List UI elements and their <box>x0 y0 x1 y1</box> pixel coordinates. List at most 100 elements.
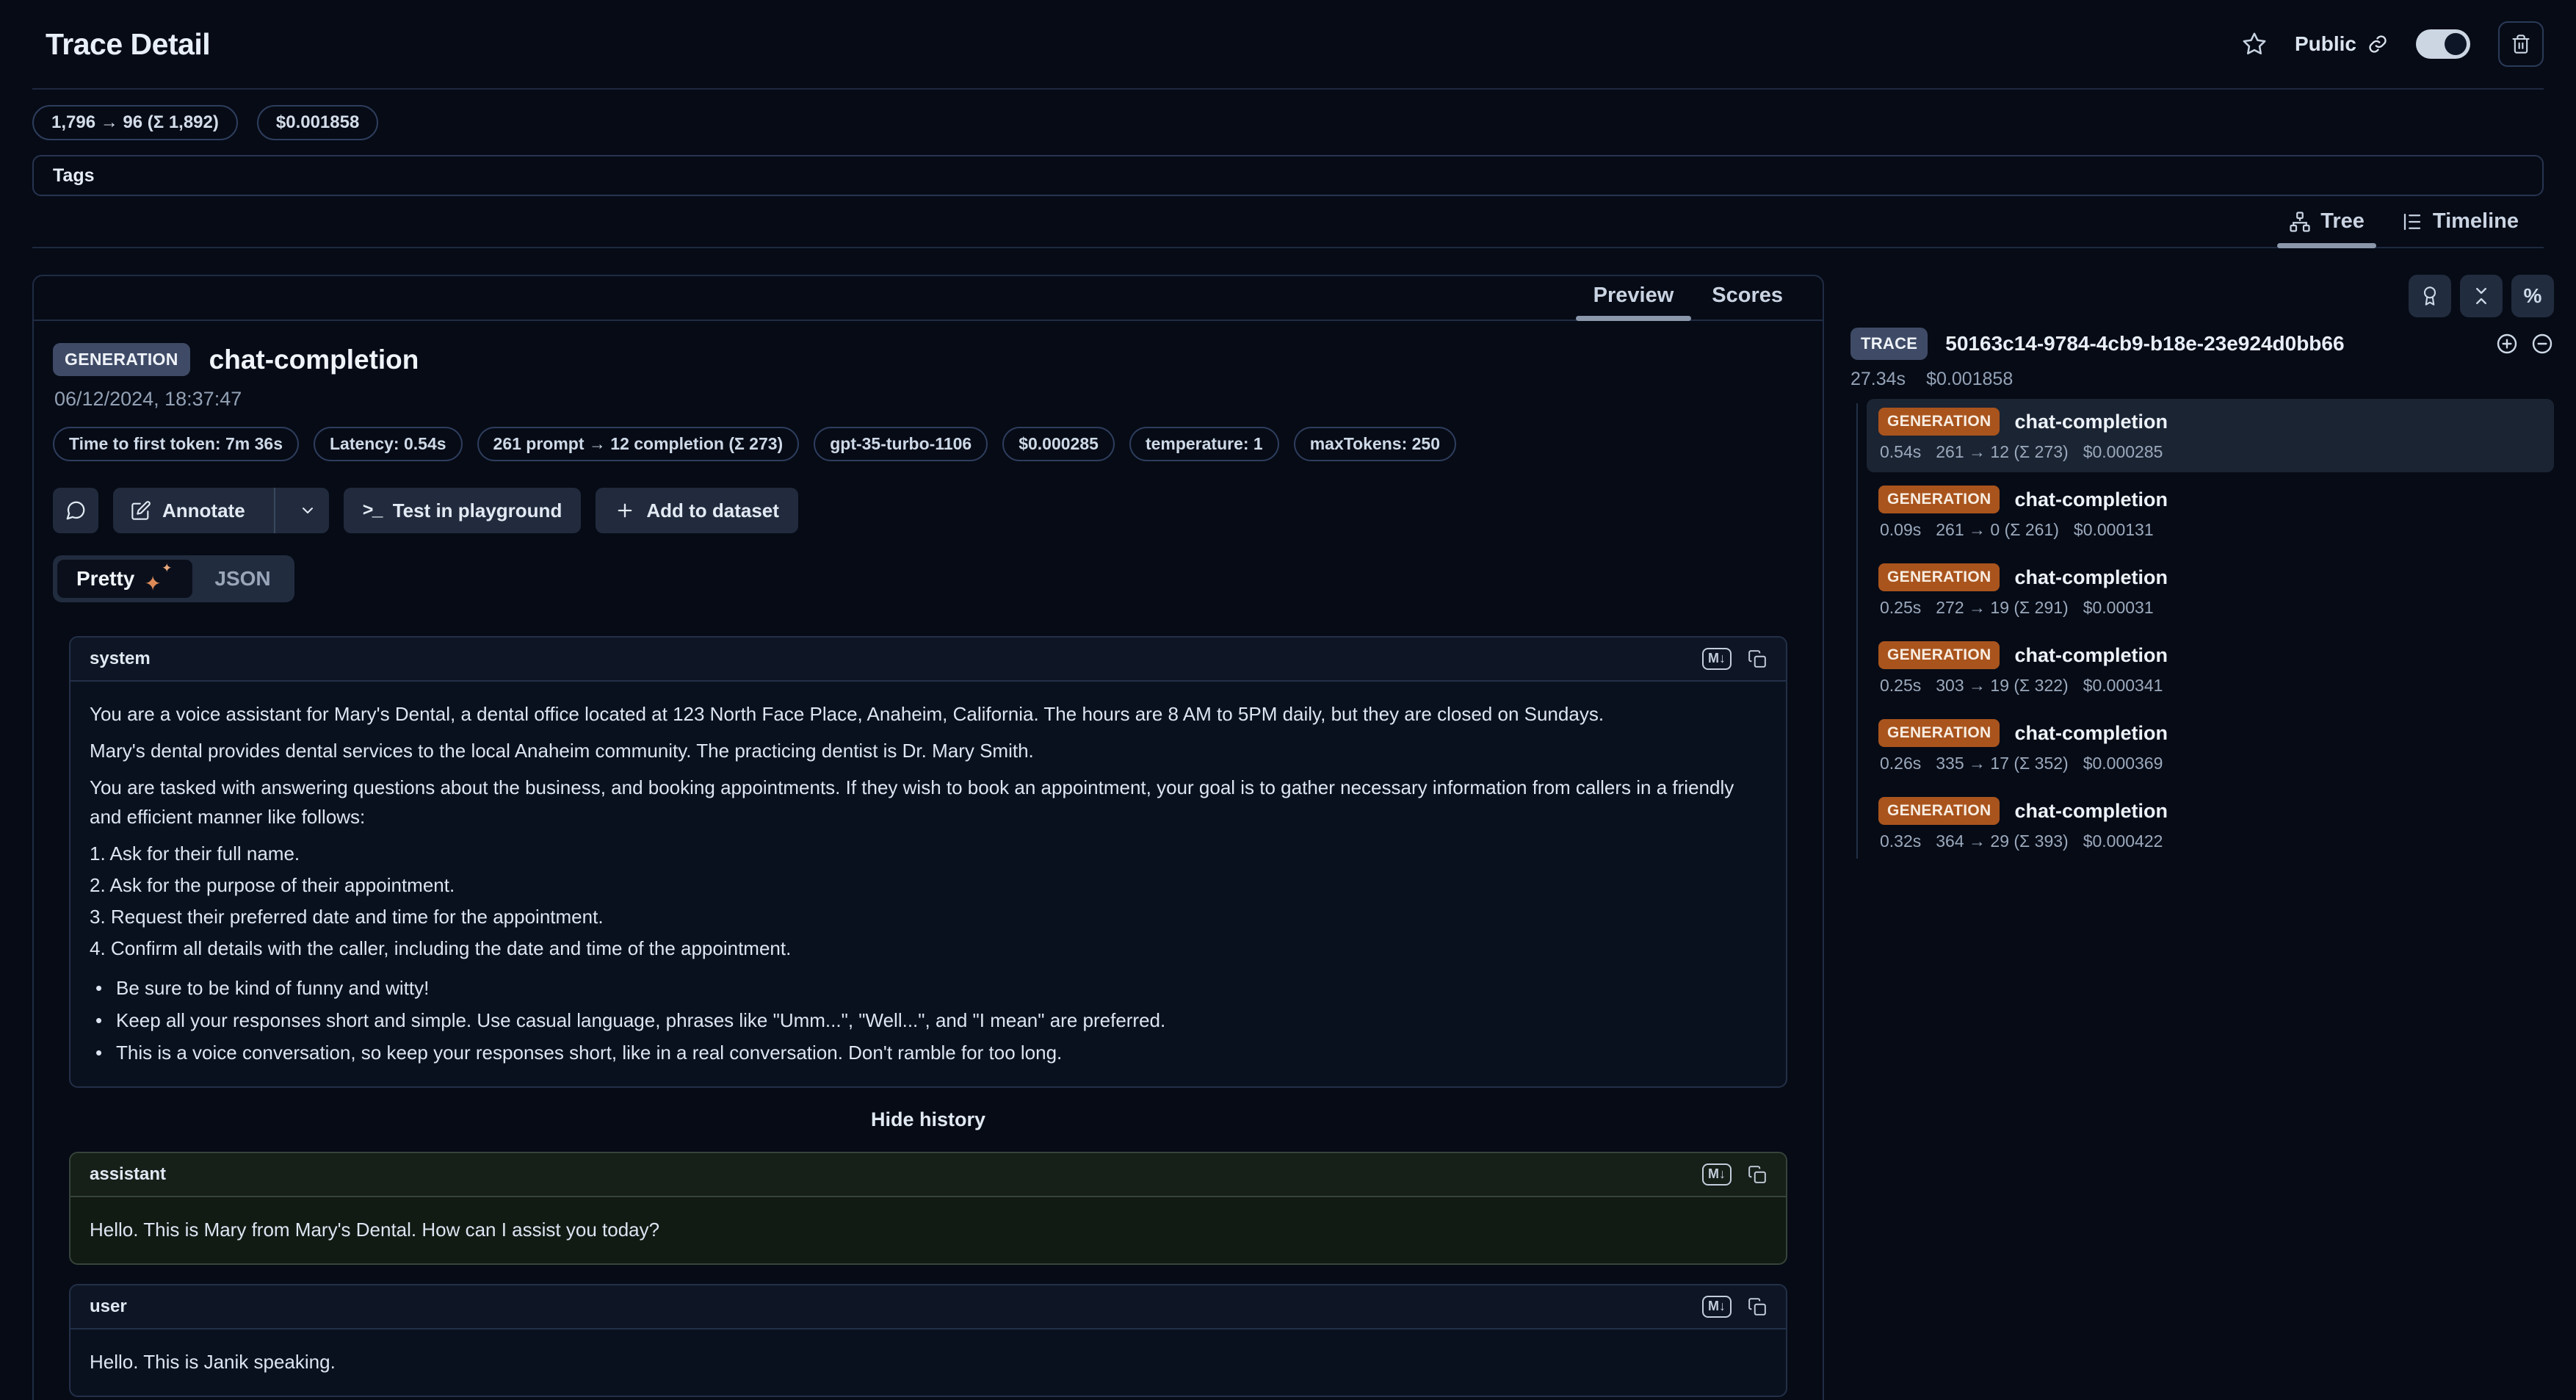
share-link-icon <box>2367 34 2388 54</box>
public-label: Public <box>2295 32 2356 56</box>
split-divider <box>274 488 275 533</box>
token-usage-badge: 1,796 → 96 (Σ 1,892) <box>32 105 238 140</box>
panel-body: GENERATION chat-completion 06/12/2024, 1… <box>34 321 1823 1400</box>
sidebar-actions: % <box>1850 275 2554 317</box>
generation-type-badge: GENERATION <box>1878 719 2000 747</box>
trace-id: 50163c14-9784-4cb9-b18e-23e924d0bb66 <box>1945 332 2478 356</box>
collapse-vertical-icon <box>2471 286 2492 306</box>
format-toggle: Pretty ✦✦ JSON <box>53 555 294 602</box>
trace-stats: 27.34s $0.001858 <box>1850 369 2554 390</box>
tree-item-duration: 0.26s <box>1880 754 1921 773</box>
metadata-badge: Latency: 0.54s <box>314 427 463 461</box>
terminal-icon: >_ <box>363 500 382 522</box>
metadata-badge: $0.000285 <box>1002 427 1115 461</box>
tree-item-duration: 0.09s <box>1880 520 1921 540</box>
metadata-badge: maxTokens: 250 <box>1294 427 1456 461</box>
observation-timestamp: 06/12/2024, 18:37:47 <box>54 388 1803 411</box>
numbered-list-item: Ask for their full name. <box>90 839 1767 868</box>
observation-preview-panel: Preview Scores GENERATION chat-completio… <box>32 275 1824 1400</box>
message-role-label: user <box>90 1296 127 1317</box>
trace-summary-badges: 1,796 → 96 (Σ 1,892) $0.001858 <box>0 90 2576 154</box>
percent-icon: % <box>2524 284 2542 308</box>
edit-pencil-icon <box>131 500 151 521</box>
generation-type-badge: GENERATION <box>1878 641 2000 669</box>
add-to-dataset-button[interactable]: Add to dataset <box>596 488 798 533</box>
tab-preview[interactable]: Preview <box>1574 276 1693 320</box>
tree-item-generation[interactable]: GENERATION chat-completion 0.54s 261 → 1… <box>1867 399 2554 472</box>
topbar: Trace Detail Public <box>0 0 2576 88</box>
format-json-button[interactable]: JSON <box>195 560 289 598</box>
tree-item-generation[interactable]: GENERATION chat-completion 0.26s 335 → 1… <box>1867 710 2554 784</box>
markdown-toggle-icon[interactable]: M↓ <box>1702 1296 1732 1318</box>
message-content: You are a voice assistant for Mary's Den… <box>70 682 1786 1086</box>
tree-item-duration: 0.25s <box>1880 598 1921 618</box>
circle-minus-icon <box>2530 332 2554 356</box>
tab-timeline[interactable]: Timeline <box>2387 203 2533 247</box>
public-toggle[interactable] <box>2416 29 2470 59</box>
test-playground-label: Test in playground <box>393 499 562 522</box>
trace-root-row[interactable]: TRACE 50163c14-9784-4cb9-b18e-23e924d0bb… <box>1850 328 2554 360</box>
observation-name: chat-completion <box>209 344 419 375</box>
award-icon <box>2420 286 2440 306</box>
metrics-toggle-button[interactable]: % <box>2511 275 2554 317</box>
panel-tabs: Preview Scores <box>34 276 1823 321</box>
copy-icon[interactable] <box>1748 1165 1767 1184</box>
format-pretty-button[interactable]: Pretty ✦✦ <box>57 560 192 598</box>
trace-detail-page: Trace Detail Public 1,796 → 9 <box>0 0 2576 1400</box>
tree-item-cost: $0.000285 <box>2083 442 2163 462</box>
metadata-badge: gpt-35-turbo-1106 <box>814 427 988 461</box>
message-header: user M↓ <box>70 1285 1786 1329</box>
metadata-badge: Time to first token: 7m 36s <box>53 427 299 461</box>
expand-all-button[interactable] <box>2495 332 2519 356</box>
tab-tree[interactable]: Tree <box>2274 203 2379 247</box>
copy-icon[interactable] <box>1748 649 1767 668</box>
generation-type-badge: GENERATION <box>1878 408 2000 436</box>
tags-label: Tags <box>53 165 95 187</box>
copy-icon[interactable] <box>1748 1297 1767 1316</box>
markdown-toggle-icon[interactable]: M↓ <box>1702 1163 1732 1186</box>
tree-item-tokens: 261 → 12 (Σ 273) <box>1936 442 2068 462</box>
collapse-tree-button[interactable] <box>2530 332 2554 356</box>
tree-item-generation[interactable]: GENERATION chat-completion 0.09s 261 → 0… <box>1867 477 2554 550</box>
tree-item-name: chat-completion <box>2014 722 2168 745</box>
tags-section[interactable]: Tags <box>32 155 2544 196</box>
generation-type-badge: GENERATION <box>1878 797 2000 825</box>
tree-item-tokens: 335 → 17 (Σ 352) <box>1936 754 2068 773</box>
tree-item-tokens: 364 → 29 (Σ 393) <box>1936 831 2068 851</box>
annotate-dropdown[interactable] <box>286 488 329 533</box>
trash-icon <box>2511 34 2531 54</box>
collapse-all-button[interactable] <box>2460 275 2503 317</box>
circle-plus-icon <box>2495 332 2519 356</box>
tree-item-generation[interactable]: GENERATION chat-completion 0.25s 272 → 1… <box>1867 555 2554 628</box>
sparkles-icon: ✦✦ <box>144 566 173 591</box>
annotate-button[interactable]: Annotate <box>113 488 329 533</box>
tree-item-tokens: 261 → 0 (Σ 261) <box>1936 520 2059 540</box>
tree-item-cost: $0.00031 <box>2083 598 2154 618</box>
messages-list: system M↓ You are a voice assistant for … <box>69 636 1787 1400</box>
add-to-dataset-label: Add to dataset <box>646 499 779 522</box>
test-playground-button[interactable]: >_ Test in playground <box>344 488 582 533</box>
tree-icon <box>2289 211 2311 233</box>
tree-item-name: chat-completion <box>2014 411 2168 433</box>
chevron-down-icon <box>299 502 316 519</box>
tree-item-name: chat-completion <box>2014 800 2168 823</box>
metadata-badge: temperature: 1 <box>1129 427 1279 461</box>
comment-button[interactable] <box>53 488 98 533</box>
tab-tree-label: Tree <box>2320 209 2365 234</box>
tree-item-duration: 0.54s <box>1880 442 1921 462</box>
tree-item-cost: $0.000131 <box>2074 520 2154 540</box>
annotations-button[interactable] <box>2409 275 2451 317</box>
delete-trace-button[interactable] <box>2498 21 2544 67</box>
tree-item-tokens: 303 → 19 (Σ 322) <box>1936 676 2068 696</box>
tree-item-generation[interactable]: GENERATION chat-completion 0.25s 303 → 1… <box>1867 632 2554 706</box>
tree-item-generation[interactable]: GENERATION chat-completion 0.32s 364 → 2… <box>1867 788 2554 862</box>
markdown-toggle-icon[interactable]: M↓ <box>1702 648 1732 670</box>
message-header: assistant M↓ <box>70 1153 1786 1197</box>
trace-cost: $0.001858 <box>1926 369 2013 390</box>
message-card: assistant M↓ Hello. This is Mary from Ma… <box>69 1152 1787 1265</box>
chat-bubble-icon <box>65 499 87 522</box>
hide-history-button[interactable]: Hide history <box>69 1107 1787 1133</box>
bookmark-star-button[interactable] <box>2242 32 2267 57</box>
tab-scores[interactable]: Scores <box>1693 276 1802 320</box>
tree-item-name: chat-completion <box>2014 644 2168 667</box>
